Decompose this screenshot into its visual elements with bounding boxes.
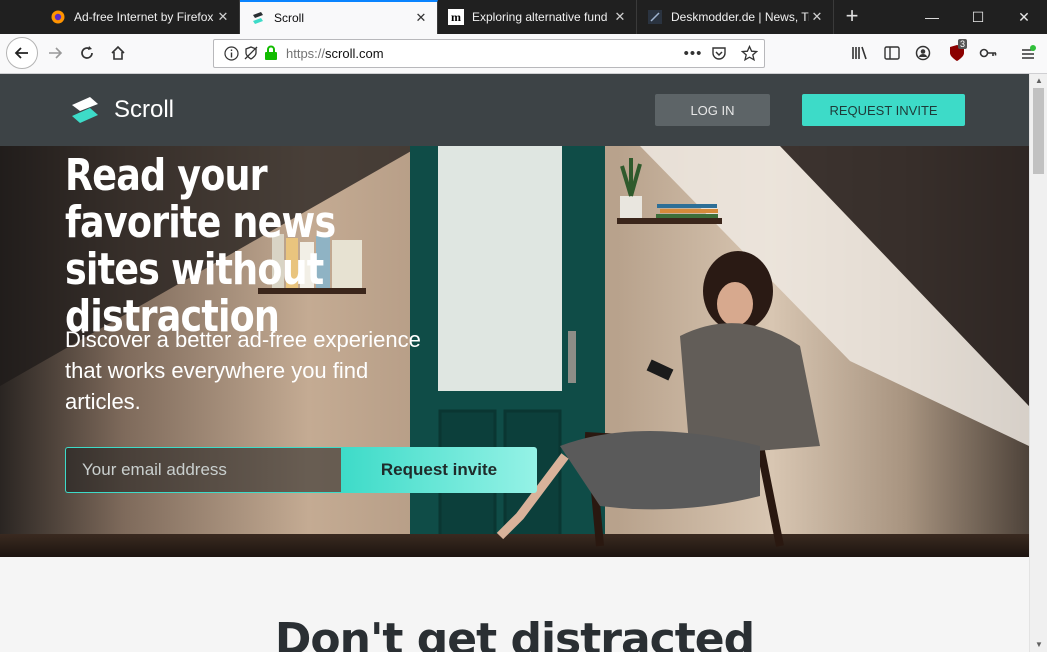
site-logo[interactable]: Scroll: [70, 96, 174, 124]
page-scrollbar[interactable]: ▲ ▼: [1029, 74, 1047, 652]
window-close-button[interactable]: ✕: [1001, 0, 1047, 34]
tab-label: Exploring alternative fund: [472, 10, 608, 24]
library-icon: [852, 46, 867, 60]
sidebar-button[interactable]: [877, 38, 907, 68]
close-icon[interactable]: ✕: [413, 10, 429, 26]
forward-button[interactable]: [40, 38, 70, 68]
bookmark-star-icon[interactable]: [740, 44, 758, 62]
url-scheme: https://: [286, 46, 326, 61]
url-text[interactable]: https://scroll.com: [286, 46, 384, 61]
page-viewport: Scroll LOG IN REQUEST INVITE Read your f…: [0, 74, 1029, 652]
request-invite-header-button[interactable]: REQUEST INVITE: [802, 94, 965, 126]
hero-subtitle: Discover a better ad-free experience tha…: [65, 327, 421, 414]
firefox-icon: [50, 9, 66, 25]
page-actions-icon[interactable]: •••: [684, 44, 702, 62]
login-button[interactable]: LOG IN: [655, 94, 770, 126]
home-icon: [111, 45, 125, 60]
home-button[interactable]: [103, 38, 133, 68]
info-icon[interactable]: [222, 44, 240, 62]
account-button[interactable]: [908, 38, 938, 68]
reload-button[interactable]: [72, 38, 102, 68]
extension-button[interactable]: [973, 38, 1003, 68]
account-icon: [915, 45, 931, 61]
close-icon[interactable]: ✕: [612, 9, 628, 25]
forward-arrow-icon: [49, 47, 63, 59]
library-button[interactable]: [845, 38, 875, 68]
back-button[interactable]: [6, 37, 38, 69]
deskmodder-icon: [647, 9, 663, 25]
section-title: Don't get distracted: [274, 614, 755, 652]
site-header: Scroll LOG IN REQUEST INVITE: [0, 74, 1029, 146]
sidebar-icon: [884, 46, 900, 60]
tab-label: Ad-free Internet by Firefox: [74, 10, 214, 24]
ublock-button[interactable]: 3: [942, 38, 972, 68]
tab-firefox-adfree[interactable]: Ad-free Internet by Firefox ✕: [40, 0, 240, 34]
navigation-toolbar: https://scroll.com ••• 3: [0, 34, 1047, 74]
tab-label: Deskmodder.de | News, Tip: [671, 10, 809, 24]
ublock-badge: 3: [958, 39, 968, 49]
menu-button[interactable]: [1013, 38, 1043, 68]
request-invite-button[interactable]: Request invite: [341, 447, 537, 493]
scroll-down-arrow-icon[interactable]: ▼: [1030, 638, 1047, 652]
scroll-up-arrow-icon[interactable]: ▲: [1030, 74, 1047, 88]
tab-label: Scroll: [274, 11, 305, 25]
address-bar[interactable]: https://scroll.com •••: [213, 39, 765, 68]
brand-name: Scroll: [114, 96, 175, 123]
back-arrow-icon: [14, 47, 28, 59]
hamburger-menu-icon: [1022, 45, 1036, 59]
maximize-button[interactable]: ☐: [955, 0, 1001, 34]
tab-deskmodder[interactable]: Deskmodder.de | News, Tip ✕: [637, 0, 834, 34]
hero-section: Read your favorite news sites without di…: [0, 146, 1029, 557]
scroll-icon: [250, 10, 266, 26]
pocket-icon[interactable]: [710, 44, 728, 62]
scroll-thumb[interactable]: [1033, 88, 1044, 174]
lock-icon[interactable]: [262, 44, 280, 62]
tab-strip: Ad-free Internet by Firefox ✕ Scroll ✕ m…: [0, 0, 1047, 34]
hero-title: Read your favorite news sites without di…: [65, 150, 336, 342]
tab-scroll[interactable]: Scroll ✕: [240, 0, 438, 34]
url-host: scroll.com: [325, 46, 384, 61]
new-tab-button[interactable]: +: [840, 4, 864, 30]
email-input[interactable]: [65, 447, 341, 493]
close-icon[interactable]: ✕: [215, 9, 231, 25]
minimize-button[interactable]: —: [909, 0, 955, 34]
reload-icon: [81, 46, 93, 59]
scroll-logo-icon: [72, 97, 98, 123]
key-icon: [979, 48, 997, 58]
tracking-protection-icon[interactable]: [242, 44, 260, 62]
close-icon[interactable]: ✕: [809, 9, 825, 25]
medium-icon: m: [448, 9, 464, 25]
tab-exploring[interactable]: m Exploring alternative fund ✕: [438, 0, 637, 34]
